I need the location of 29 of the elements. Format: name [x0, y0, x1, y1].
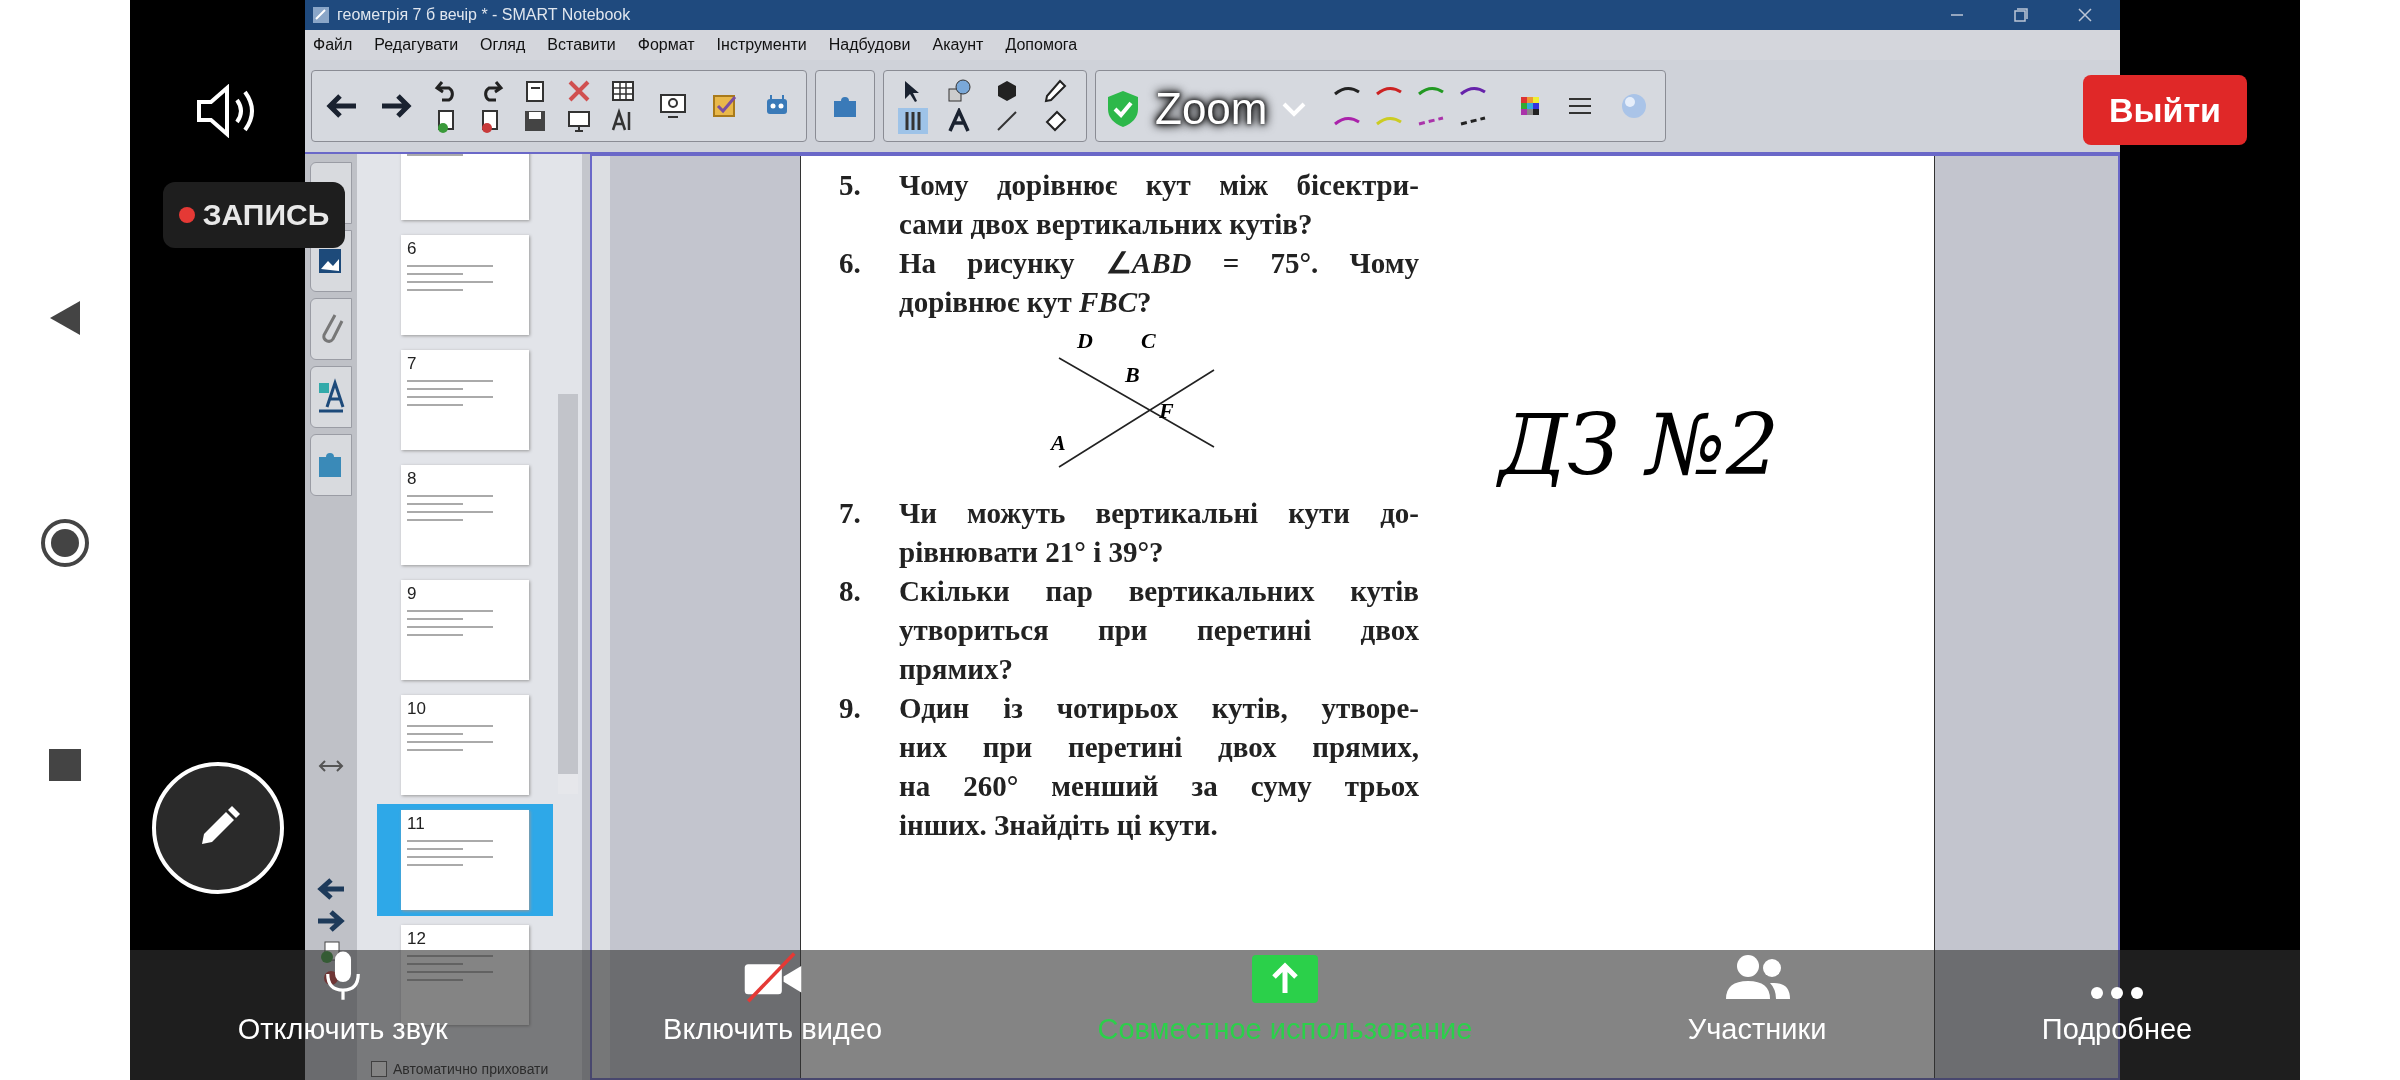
question-text: дорівнює кут FBC?	[899, 285, 1153, 320]
page-number: 10	[407, 699, 427, 719]
question-number: 6.	[839, 246, 862, 281]
recording-status-toast: ЗАПИСЬ	[163, 182, 345, 248]
page-number: 8	[407, 469, 418, 489]
question-text: прямих?	[899, 652, 1014, 687]
question-text: на 260° менший за суму трьох	[899, 769, 1419, 804]
page-number: 7	[407, 354, 418, 374]
question-text: інших. Знайдіть ці кути.	[899, 808, 1219, 843]
question-text: На рисунку ∠ABD = 75°. Чому	[899, 246, 1419, 281]
question-text: Скільки пар вертикальних кутів	[899, 574, 1419, 609]
question-text: сами двох вертикальних кутів?	[899, 207, 1314, 242]
question-number: 8.	[839, 574, 862, 609]
page-number: 12	[407, 929, 427, 949]
question-text: Чи можуть вертикальні кути до-	[899, 496, 1419, 531]
question-text: Один із чотирьох кутів, утворе-	[899, 691, 1419, 726]
question-number: 9.	[839, 691, 862, 726]
page-number: 9	[407, 584, 418, 604]
question-text: них при перетині двох прямих,	[899, 730, 1419, 765]
checkbox-label: Автоматично приховати	[393, 1061, 549, 1077]
intersecting-lines-drawing: D C B F A	[1049, 332, 1219, 472]
window-title: геометрія 7 б вечір * - SMART Notebook	[337, 6, 631, 24]
page-number: 11	[407, 814, 426, 834]
page-number: 6	[407, 239, 418, 259]
question-number: 5.	[839, 168, 862, 203]
question-text: утвориться при перетині двох	[899, 613, 1419, 648]
question-text: рівнювати 21° і 39°?	[899, 535, 1165, 570]
question-number: 7.	[839, 496, 862, 531]
question-text: Чому дорівнює кут між бісектри-	[899, 168, 1419, 203]
